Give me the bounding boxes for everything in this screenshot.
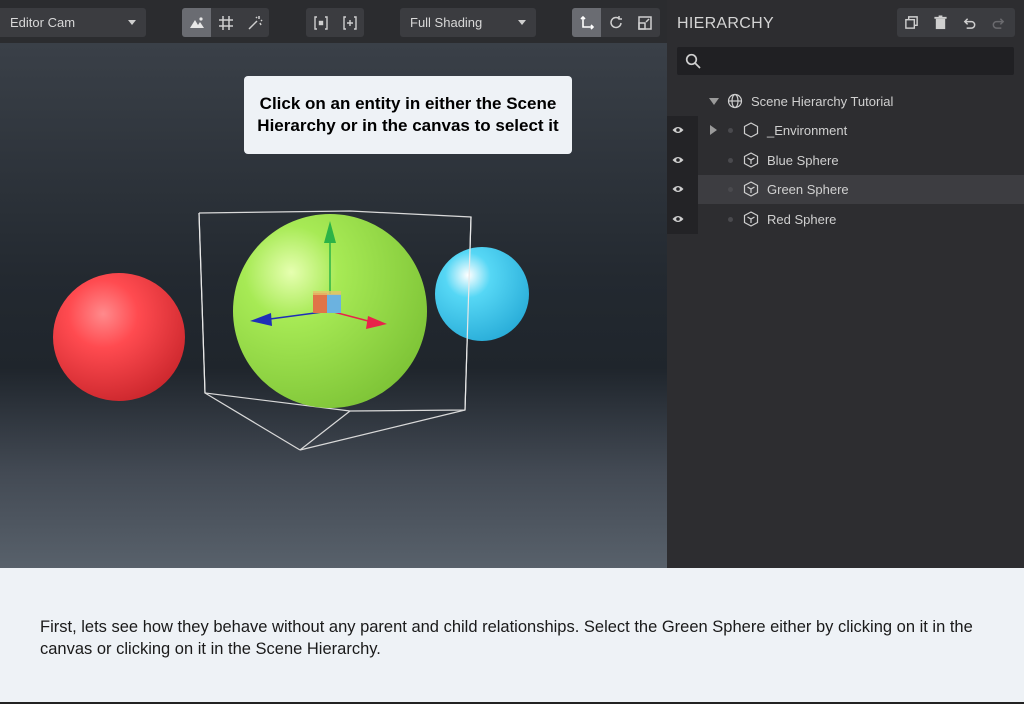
shading-dropdown-label: Full Shading [410, 15, 483, 30]
tree-root-scene[interactable]: Scene Hierarchy Tutorial [698, 87, 1024, 116]
scale-icon[interactable] [630, 8, 659, 37]
tree-root-label: Scene Hierarchy Tutorial [751, 94, 894, 109]
redo-icon[interactable] [984, 8, 1013, 37]
shading-dropdown[interactable]: Full Shading [400, 8, 536, 37]
chevron-down-icon [518, 20, 526, 25]
entity-icon [743, 181, 759, 197]
transform-mode-group [572, 8, 660, 37]
hierarchy-title: HIERARCHY [677, 15, 774, 32]
globe-icon [727, 93, 743, 109]
expand-arrow-icon[interactable] [710, 125, 717, 135]
red-sphere[interactable] [53, 273, 185, 401]
hierarchy-header: HIERARCHY [667, 0, 1024, 44]
tree-item-label: _Environment [767, 123, 848, 138]
frame-selection-icon[interactable] [335, 8, 364, 37]
expand-arrow-icon[interactable] [709, 98, 719, 105]
hierarchy-search-input[interactable] [677, 47, 1014, 75]
eye-icon[interactable] [672, 214, 684, 224]
tree-item-red-sphere[interactable]: Red Sphere [672, 205, 1024, 234]
move-axis-icon[interactable] [572, 8, 601, 37]
eye-icon[interactable] [672, 125, 684, 135]
view-options-group [182, 8, 269, 37]
entity-icon [743, 152, 759, 168]
tree-item-label: Blue Sphere [767, 153, 839, 168]
duplicate-icon[interactable] [897, 8, 926, 37]
bounds-group [306, 8, 364, 37]
grid-icon[interactable] [211, 8, 240, 37]
undo-icon[interactable] [955, 8, 984, 37]
blue-sphere[interactable] [435, 247, 529, 341]
hierarchy-panel: HIERARCHY Scene Hierarchy Tutorial _Envi… [667, 0, 1024, 568]
chevron-down-icon [128, 20, 136, 25]
search-icon [685, 53, 701, 69]
camera-dropdown-label: Editor Cam [10, 15, 76, 30]
tutorial-caption: First, lets see how they behave without … [0, 568, 1024, 702]
hexagon-icon [743, 122, 759, 138]
tree-item-label: Red Sphere [767, 212, 837, 227]
tree-item-green-sphere[interactable]: Green Sphere [672, 175, 1024, 204]
landscape-icon[interactable] [182, 8, 211, 37]
rotate-icon[interactable] [601, 8, 630, 37]
caption-text: First, lets see how they behave without … [40, 618, 973, 658]
hierarchy-tools [897, 8, 1015, 37]
trash-icon[interactable] [926, 8, 955, 37]
tree-item-label: Green Sphere [767, 182, 849, 197]
scene-canvas[interactable]: Click on an entity in either the Scene H… [0, 43, 667, 568]
instruction-callout: Click on an entity in either the Scene H… [244, 76, 572, 154]
camera-dropdown[interactable]: Editor Cam [0, 8, 146, 37]
frame-bounds-icon[interactable] [306, 8, 335, 37]
tree-item-environment[interactable]: _Environment [672, 116, 1024, 145]
eye-icon[interactable] [672, 184, 684, 194]
tree-item-blue-sphere[interactable]: Blue Sphere [672, 146, 1024, 175]
entity-icon [743, 211, 759, 227]
magic-wand-icon[interactable] [240, 8, 269, 37]
viewport-toolbar: Editor Cam Full Shading [0, 0, 667, 43]
eye-icon[interactable] [672, 155, 684, 165]
